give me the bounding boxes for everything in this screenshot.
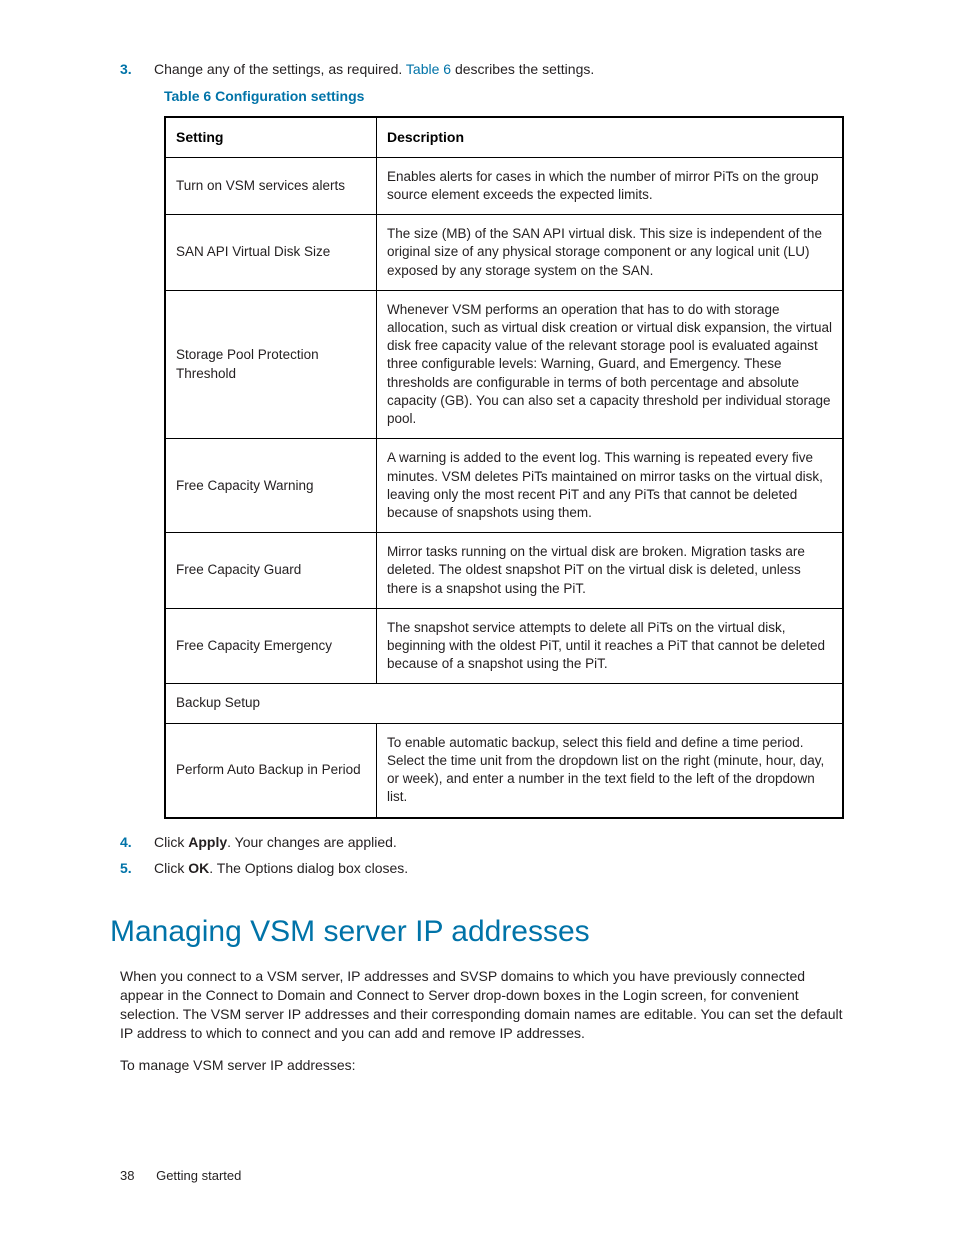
description-cell: A warning is added to the event log. Thi… <box>377 439 844 533</box>
table-row: Backup Setup <box>165 684 843 723</box>
page-footer: 38 Getting started <box>120 1167 241 1185</box>
config-settings-table: Setting Description Turn on VSM services… <box>164 116 844 819</box>
after-table-steps: 4. Click Apply. Your changes are applied… <box>120 833 844 879</box>
table-title: Table 6 Configuration settings <box>164 87 844 106</box>
table-row: SAN API Virtual Disk Size The size (MB) … <box>165 215 843 291</box>
section-heading: Managing VSM server IP addresses <box>110 912 844 953</box>
page: 3. Change any of the settings, as requir… <box>0 0 954 1235</box>
step-5: 5. Click OK. The Options dialog box clos… <box>120 859 844 878</box>
setting-cell: Free Capacity Emergency <box>165 608 377 684</box>
step-4-text-b: . Your changes are applied. <box>227 834 397 850</box>
table-row: Free Capacity Emergency The snapshot ser… <box>165 608 843 684</box>
section-paragraph-1: When you connect to a VSM server, IP add… <box>120 967 844 1043</box>
ok-label: OK <box>188 860 209 876</box>
setting-cell: Perform Auto Backup in Period <box>165 723 377 817</box>
setting-cell: Storage Pool Protection Threshold <box>165 290 377 439</box>
page-number: 38 <box>120 1168 134 1183</box>
step-4-text-a: Click <box>154 834 188 850</box>
table-row: Free Capacity Guard Mirror tasks running… <box>165 533 843 609</box>
col-setting-header: Setting <box>165 117 377 157</box>
table-6-link[interactable]: Table 6 <box>406 61 451 77</box>
setting-cell: Free Capacity Guard <box>165 533 377 609</box>
description-cell: Enables alerts for cases in which the nu… <box>377 157 844 214</box>
description-cell: To enable automatic backup, select this … <box>377 723 844 817</box>
description-cell: The snapshot service attempts to delete … <box>377 608 844 684</box>
setting-cell: SAN API Virtual Disk Size <box>165 215 377 291</box>
col-description-header: Description <box>377 117 844 157</box>
step-3-text-a: Change any of the settings, as required. <box>154 61 406 77</box>
step-3: 3. Change any of the settings, as requir… <box>120 60 844 79</box>
step-body: Click OK. The Options dialog box closes. <box>154 859 844 878</box>
content-block: 3. Change any of the settings, as requir… <box>110 60 844 1075</box>
table-row: Free Capacity Warning A warning is added… <box>165 439 843 533</box>
footer-label: Getting started <box>156 1168 241 1183</box>
step-body: Change any of the settings, as required.… <box>154 60 844 79</box>
setting-cell: Free Capacity Warning <box>165 439 377 533</box>
table-row: Perform Auto Backup in Period To enable … <box>165 723 843 817</box>
table-header-row: Setting Description <box>165 117 843 157</box>
step-3-text-b: describes the settings. <box>451 61 594 77</box>
step-5-text-b: . The Options dialog box closes. <box>209 860 408 876</box>
apply-label: Apply <box>188 834 227 850</box>
setting-cell: Backup Setup <box>165 684 843 723</box>
step-body: Click Apply. Your changes are applied. <box>154 833 844 852</box>
description-cell: The size (MB) of the SAN API virtual dis… <box>377 215 844 291</box>
step-marker: 4. <box>120 833 154 852</box>
step-marker: 5. <box>120 859 154 878</box>
setting-cell: Turn on VSM services alerts <box>165 157 377 214</box>
step-4: 4. Click Apply. Your changes are applied… <box>120 833 844 852</box>
description-cell: Whenever VSM performs an operation that … <box>377 290 844 439</box>
table-row: Storage Pool Protection Threshold Whenev… <box>165 290 843 439</box>
step-marker: 3. <box>120 60 154 79</box>
section-paragraph-2: To manage VSM server IP addresses: <box>120 1056 844 1075</box>
description-cell: Mirror tasks running on the virtual disk… <box>377 533 844 609</box>
step-5-text-a: Click <box>154 860 188 876</box>
table-row: Turn on VSM services alerts Enables aler… <box>165 157 843 214</box>
